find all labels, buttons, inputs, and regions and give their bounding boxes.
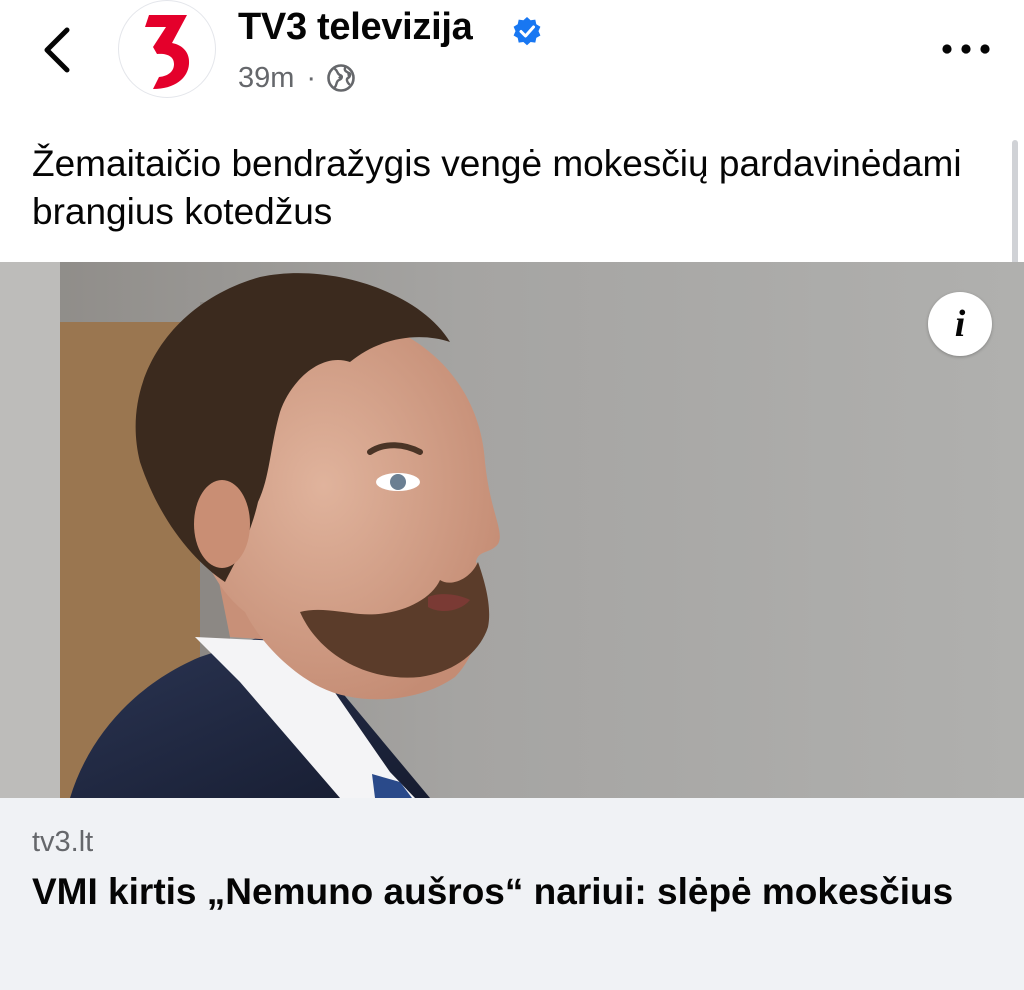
post-caption: Žemaitaičio bendražygis vengė mokesčių p… — [32, 143, 962, 232]
link-headline: VMI kirtis „Nemuno aušros“ nariui: slėpė… — [32, 871, 954, 912]
link-domain: tv3.lt — [32, 826, 94, 858]
page-name[interactable]: TV3 televizija — [238, 6, 473, 49]
link-preview-card[interactable]: i tv3.lt VMI kirtis „Nemuno aušros“ nari… — [0, 262, 1024, 990]
page-avatar[interactable] — [118, 0, 216, 98]
back-chevron-icon — [44, 27, 70, 73]
post-meta: 39m · — [238, 60, 356, 96]
info-button[interactable]: i — [928, 292, 992, 356]
post-time[interactable]: 39m — [238, 62, 294, 95]
article-photo-image — [0, 262, 1024, 798]
more-options-button[interactable] — [938, 34, 994, 64]
link-card-footer[interactable]: tv3.lt VMI kirtis „Nemuno aušros“ nariui… — [0, 798, 1024, 990]
back-button[interactable] — [34, 22, 84, 78]
meta-separator: · — [306, 61, 317, 94]
article-photo[interactable]: i — [0, 262, 1024, 798]
verified-badge-icon — [513, 17, 541, 46]
tv3-logo-icon — [145, 15, 190, 89]
post-header: TV3 televizija 39m · — [0, 0, 1024, 118]
more-options-icon — [942, 44, 990, 54]
globe-icon — [327, 64, 355, 92]
